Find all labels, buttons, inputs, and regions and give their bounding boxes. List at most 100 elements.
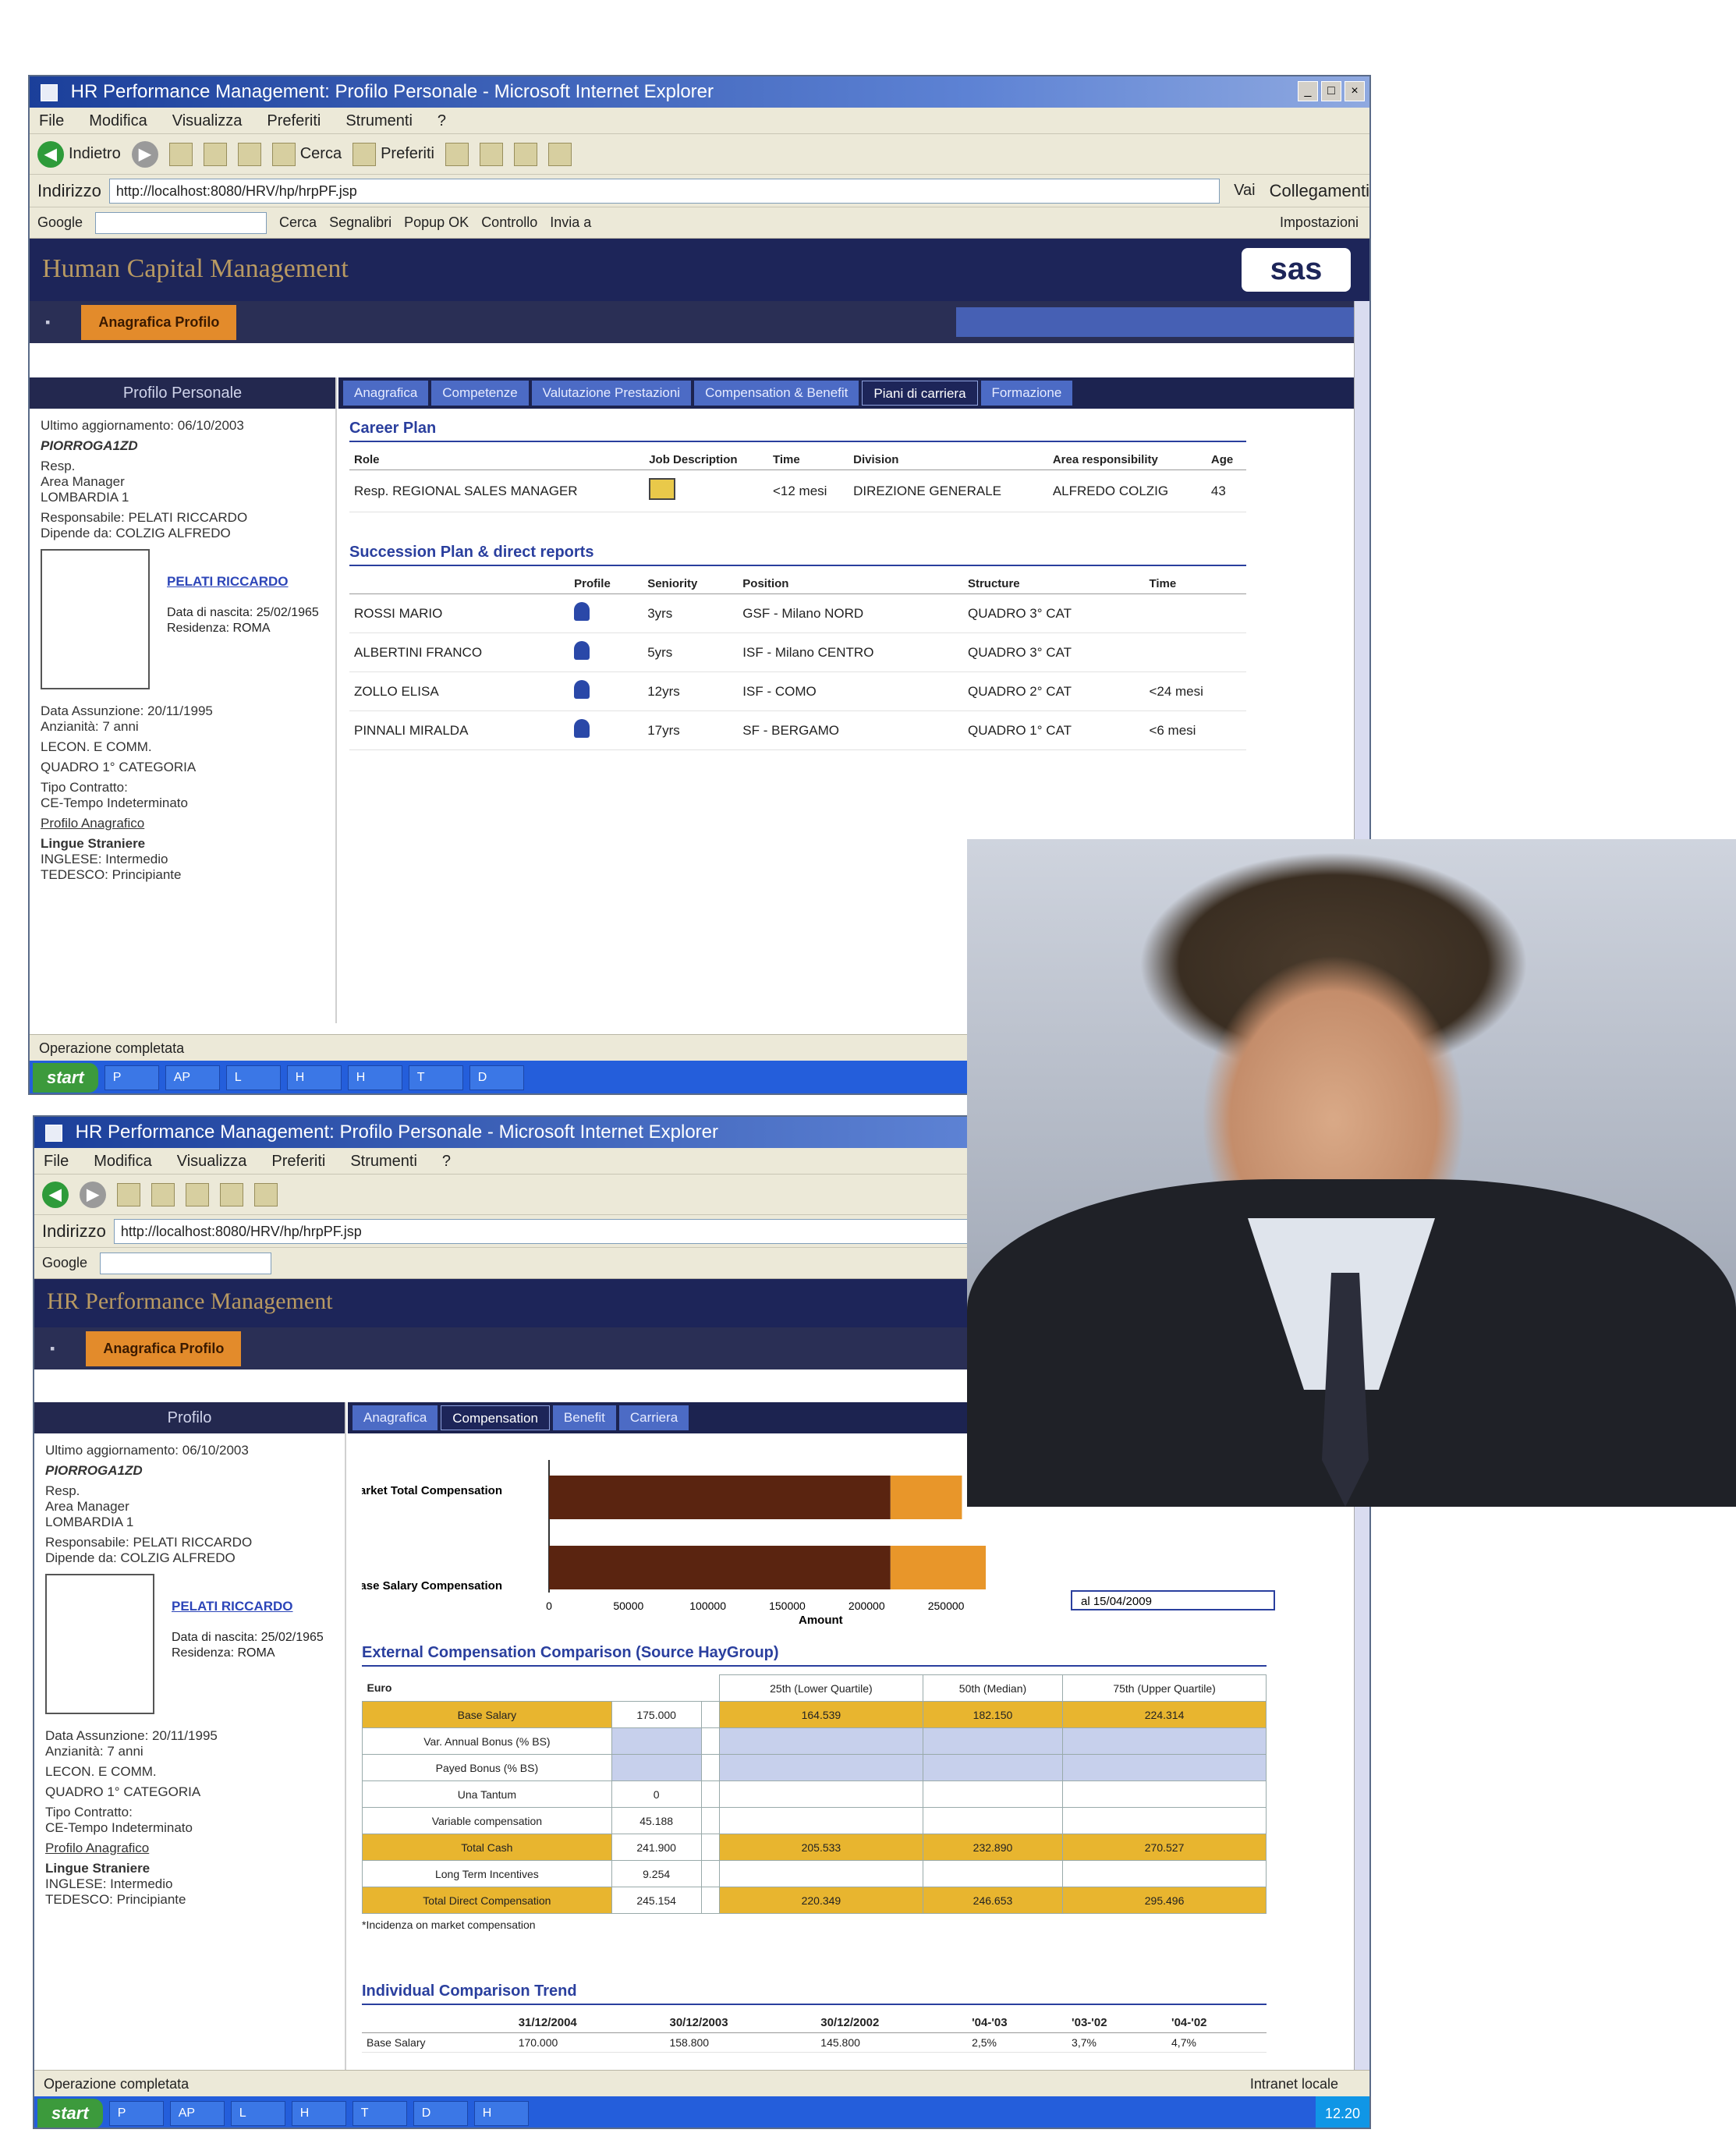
profile-link[interactable]: Profilo Anagrafico xyxy=(41,816,335,831)
taskbar-item[interactable]: H xyxy=(347,1065,402,1090)
go-button[interactable]: Vai xyxy=(1228,182,1261,200)
minimize-button[interactable]: _ xyxy=(1298,81,1318,101)
stop-icon[interactable] xyxy=(117,1182,140,1206)
taskbar-item[interactable]: H xyxy=(473,2101,529,2126)
back-button[interactable]: ◀ Indietro xyxy=(37,140,121,168)
nav-right-menu xyxy=(956,307,1362,337)
menu-help[interactable]: ? xyxy=(438,108,446,133)
send-to-button[interactable]: Invia a xyxy=(550,214,591,231)
ext-value: 246.653 xyxy=(922,1887,1064,1914)
person-icon[interactable] xyxy=(574,602,590,621)
chart-category-label: Market Total Compensation xyxy=(362,1484,502,1497)
links-label[interactable]: Collegamenti xyxy=(1270,181,1369,201)
start-button[interactable]: start xyxy=(33,1063,98,1093)
refresh-icon[interactable] xyxy=(151,1182,175,1206)
tab-formazione[interactable]: Formazione xyxy=(980,381,1073,406)
tab-anagrafica[interactable]: Anagrafica xyxy=(343,381,429,406)
tab-valutazione[interactable]: Valutazione Prestazioni xyxy=(531,381,692,406)
taskbar-item[interactable]: H xyxy=(291,2101,346,2126)
folder-icon[interactable] xyxy=(547,142,572,166)
print-icon[interactable] xyxy=(513,142,537,166)
taskbar-item[interactable]: T xyxy=(352,2101,407,2126)
refresh-icon[interactable] xyxy=(203,142,227,166)
google-search-input[interactable] xyxy=(100,1252,272,1274)
forward-button[interactable]: ▶ xyxy=(80,1181,106,1208)
search-icon[interactable] xyxy=(220,1182,243,1206)
close-button[interactable]: × xyxy=(1345,81,1365,101)
google-search-input[interactable] xyxy=(95,211,267,234)
taskbar-item[interactable]: D xyxy=(469,1065,524,1090)
stop-icon[interactable] xyxy=(168,142,193,166)
menu-strumenti[interactable]: Strumenti xyxy=(345,108,413,133)
tab-compensation[interactable]: Compensation xyxy=(441,1405,550,1430)
menu-preferiti[interactable]: Preferiti xyxy=(271,1148,325,1174)
employee-name-link[interactable]: PELATI RICCARDO xyxy=(167,574,323,590)
taskbar-item[interactable]: L xyxy=(230,2101,285,2126)
menu-file[interactable]: File xyxy=(39,108,64,133)
star-icon[interactable] xyxy=(254,1182,278,1206)
forward-button[interactable]: ▶ xyxy=(131,140,158,168)
home-icon[interactable] xyxy=(237,142,261,166)
taskbar-item[interactable]: H xyxy=(286,1065,342,1090)
person-icon[interactable] xyxy=(574,719,590,738)
career-role: Resp. REGIONAL SALES MANAGER xyxy=(349,469,645,512)
mail-icon[interactable] xyxy=(479,142,503,166)
taskbar-item[interactable]: D xyxy=(413,2101,468,2126)
nav-anagrafica-profilo[interactable]: Anagrafica Profilo xyxy=(81,304,237,340)
profile-link[interactable]: Profilo Anagrafico xyxy=(45,1841,345,1856)
ext-header-25: 25th (Lower Quartile) xyxy=(719,1674,923,1702)
person-icon[interactable] xyxy=(574,641,590,660)
menu-strumenti[interactable]: Strumenti xyxy=(350,1148,417,1174)
succ-header-profile: Profile xyxy=(569,574,643,594)
nav-home[interactable]: ▪ xyxy=(50,1341,55,1357)
menu-help[interactable]: ? xyxy=(442,1148,451,1174)
taskbar-item[interactable]: L xyxy=(225,1065,281,1090)
nav-home[interactable]: ▪ xyxy=(45,314,50,331)
home-icon[interactable] xyxy=(186,1182,209,1206)
document-icon[interactable] xyxy=(649,478,676,500)
tab-piani-carriera[interactable]: Piani di carriera xyxy=(862,381,978,406)
employee-name-link[interactable]: PELATI RICCARDO xyxy=(172,1599,328,1614)
taskbar-item[interactable]: T xyxy=(408,1065,463,1090)
table-row: PINNALI MIRALDA 17yrs SF - BERGAMO QUADR… xyxy=(349,710,1246,750)
ext-header-75: 75th (Upper Quartile) xyxy=(1062,1674,1267,1702)
spellcheck-button[interactable]: Controllo xyxy=(481,214,537,231)
menu-modifica[interactable]: Modifica xyxy=(89,108,147,133)
tab-anagrafica[interactable]: Anagrafica xyxy=(353,1405,438,1430)
tab-competenze[interactable]: Competenze xyxy=(431,381,529,406)
maximize-button[interactable]: □ xyxy=(1321,81,1341,101)
menu-visualizza[interactable]: Visualizza xyxy=(177,1148,247,1174)
start-button[interactable]: start xyxy=(37,2099,103,2128)
nav-anagrafica-profilo[interactable]: Anagrafica Profilo xyxy=(86,1330,242,1366)
language-2: TEDESCO: Principiante xyxy=(41,867,182,882)
menu-file[interactable]: File xyxy=(44,1148,69,1174)
taskbar-item[interactable]: AP xyxy=(165,1065,220,1090)
person-icon[interactable] xyxy=(574,680,590,699)
address-input[interactable]: http://localhost:8080/HRV/hp/hrpPF.jsp xyxy=(108,178,1221,204)
taskbar-item[interactable]: P xyxy=(104,1065,159,1090)
search-button[interactable]: Cerca xyxy=(271,142,342,166)
google-search-button[interactable]: Cerca xyxy=(279,214,317,231)
career-plan-title: Career Plan xyxy=(349,420,1246,442)
menu-preferiti[interactable]: Preferiti xyxy=(267,108,321,133)
bookmarks-button[interactable]: Segnalibri xyxy=(329,214,391,231)
settings-button[interactable]: Impostazioni xyxy=(1280,214,1359,231)
ext-row-label: Long Term Incentives xyxy=(362,1860,612,1887)
menu-modifica[interactable]: Modifica xyxy=(94,1148,151,1174)
menu-visualizza[interactable]: Visualizza xyxy=(172,108,243,133)
tab-benefit[interactable]: Benefit xyxy=(552,1405,616,1430)
ext-value: 164.539 xyxy=(719,1701,923,1728)
language-2: TEDESCO: Principiante xyxy=(45,1892,186,1907)
tab-compensation[interactable]: Compensation & Benefit xyxy=(694,381,859,406)
ext-left-value: 241.900 xyxy=(611,1834,702,1861)
taskbar-item[interactable]: P xyxy=(108,2101,164,2126)
ext-header-euro: Euro xyxy=(367,1681,392,1695)
trend-title: Individual Comparison Trend xyxy=(362,1982,1267,2005)
languages-title: Lingue Straniere xyxy=(45,1861,151,1876)
popup-ok-button[interactable]: Popup OK xyxy=(404,214,469,231)
tab-carriera[interactable]: Carriera xyxy=(618,1405,689,1430)
taskbar-item[interactable]: AP xyxy=(169,2101,225,2126)
media-icon[interactable] xyxy=(445,142,469,166)
favorites-button[interactable]: Preferiti xyxy=(353,142,434,166)
back-button[interactable]: ◀ xyxy=(42,1181,69,1208)
